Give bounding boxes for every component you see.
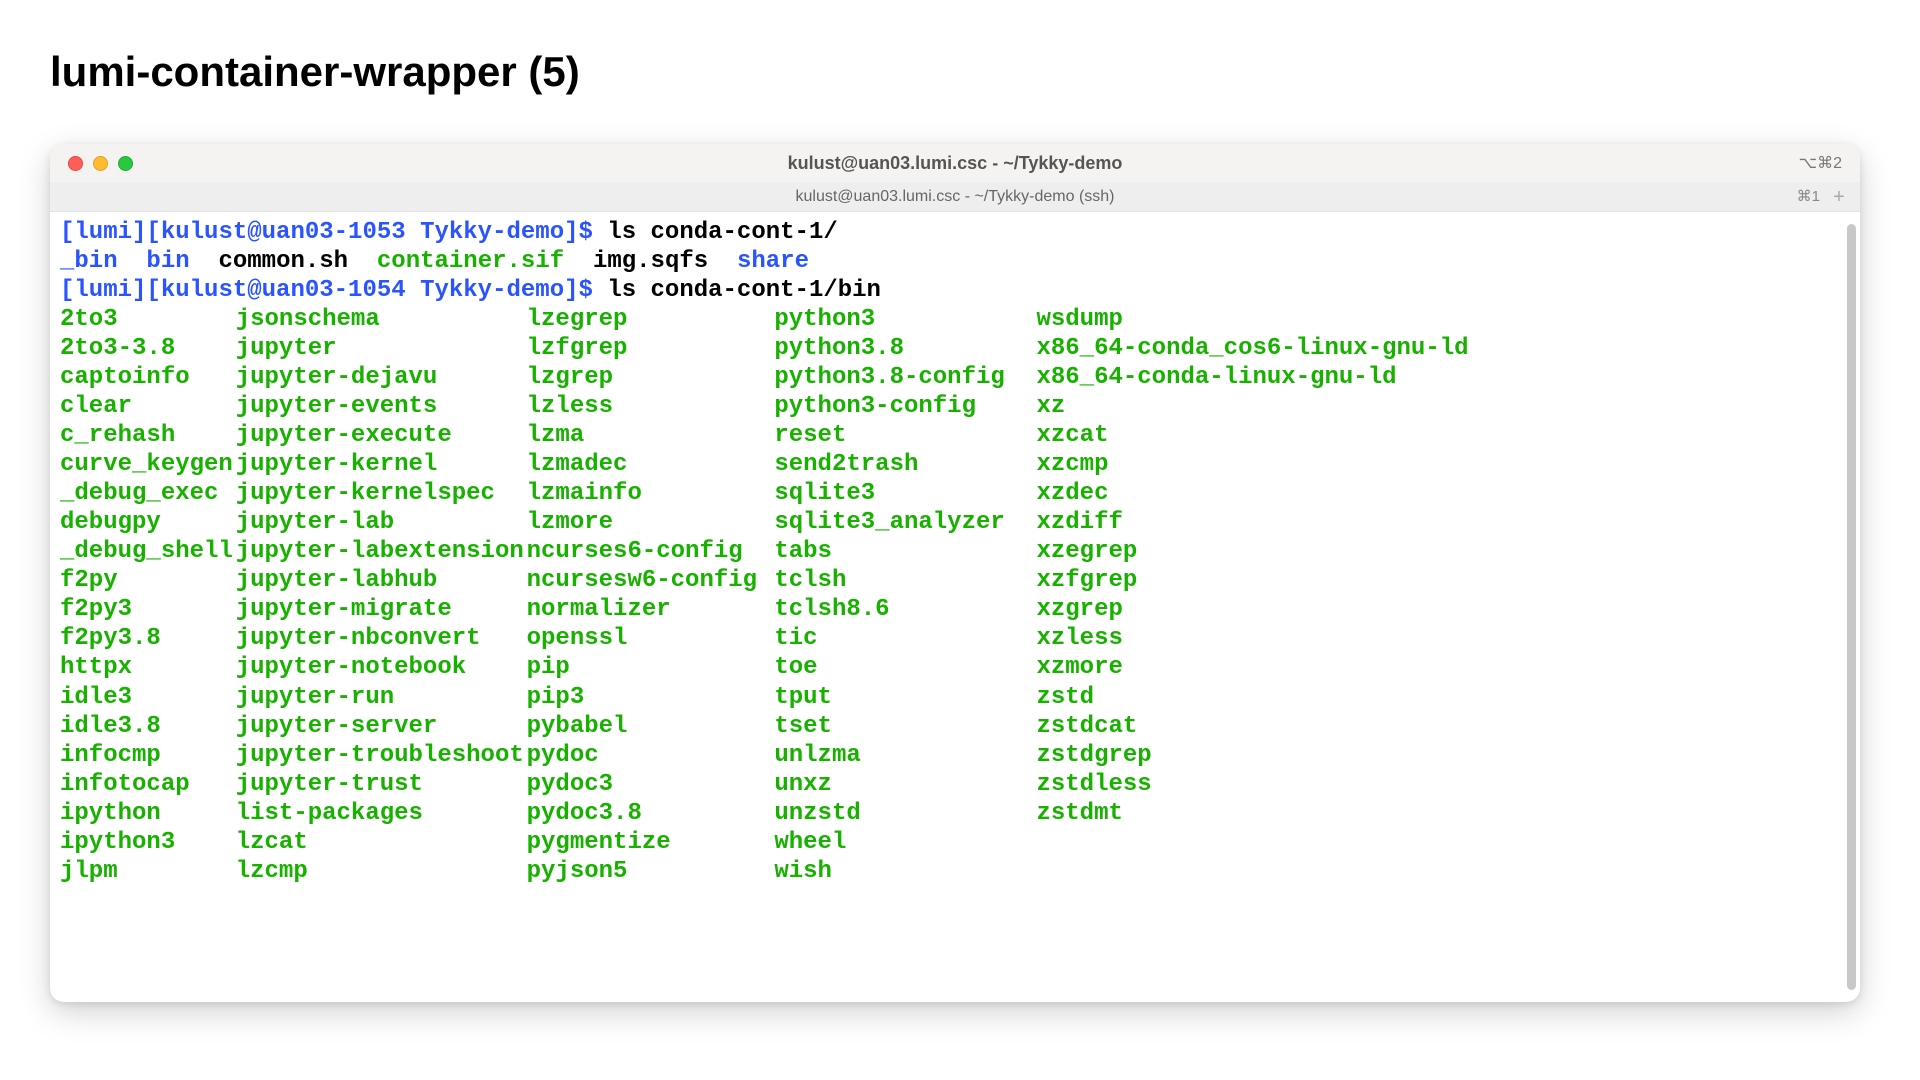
ls-output: _bin bin common.sh container.sif img.sqf… [60,247,1850,276]
tab-title[interactable]: kulust@uan03.lumi.csc - ~/Tykky-demo (ss… [50,188,1860,206]
prompt-line: [lumi][kulust@uan03-1053 Tykky-demo]$ ls… [60,218,1850,247]
file-column: wsdump x86_64-conda_cos6-linux-gnu-ld x8… [1036,305,1468,886]
file-column: 2to3 2to3-3.8 captoinfo clear c_rehash c… [60,305,236,886]
zoom-icon[interactable] [118,156,133,171]
ls-bin-output: 2to3 2to3-3.8 captoinfo clear c_rehash c… [60,305,1850,886]
tab-bar: kulust@uan03.lumi.csc - ~/Tykky-demo (ss… [50,182,1860,212]
tab-shortcut: ⌘1 [1797,187,1820,205]
titlebar[interactable]: kulust@uan03.lumi.csc - ~/Tykky-demo ⌥⌘2 [50,144,1860,182]
prompt-line: [lumi][kulust@uan03-1054 Tykky-demo]$ ls… [60,276,1850,305]
window-title: kulust@uan03.lumi.csc - ~/Tykky-demo [50,153,1860,174]
terminal-window: kulust@uan03.lumi.csc - ~/Tykky-demo ⌥⌘2… [50,144,1860,1002]
add-tab-button[interactable]: + [1828,186,1850,208]
slide-title: lumi-container-wrapper (5) [50,48,1870,96]
minimize-icon[interactable] [93,156,108,171]
file-column: lzegrep lzfgrep lzgrep lzless lzma lzmad… [527,305,775,886]
file-column: jsonschema jupyter jupyter-dejavu jupyte… [236,305,527,886]
terminal-body[interactable]: [lumi][kulust@uan03-1053 Tykky-demo]$ ls… [50,212,1860,1002]
close-icon[interactable] [68,156,83,171]
window-shortcut: ⌥⌘2 [1799,153,1842,173]
window-controls [68,156,133,171]
file-column: python3 python3.8 python3.8-config pytho… [774,305,1036,886]
